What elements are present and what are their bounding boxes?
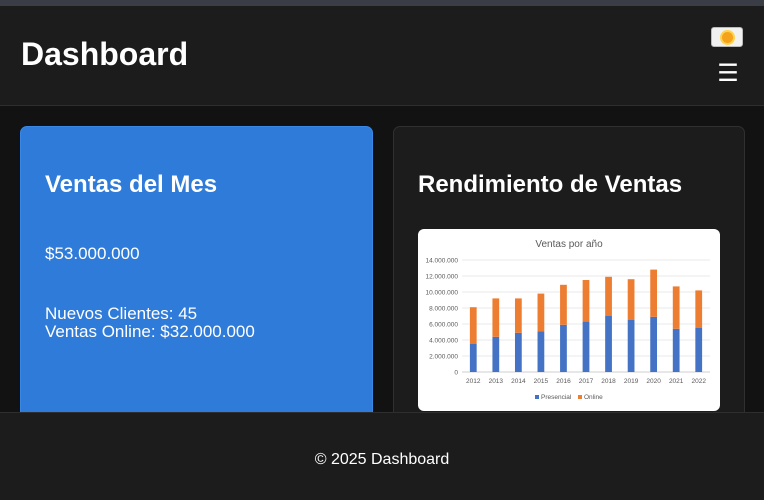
- chart-card: Rendimiento de Ventas Ventas por año 0 2.0…: [393, 126, 745, 426]
- bar-online-2017: [582, 280, 590, 322]
- legend-label-presencial: Presencial: [541, 394, 572, 401]
- sales-chart-image: Ventas por año 0 2.000.000 4.000.000 6.000.0…: [418, 229, 720, 411]
- online-sales-stat: Ventas Online: $32.000.000: [45, 322, 255, 341]
- bar-online-2021: [672, 286, 680, 329]
- bar-presencial-2021: [672, 328, 680, 372]
- bar-presencial-2012: [469, 344, 477, 372]
- bar-online-2019: [627, 279, 635, 320]
- bar-presencial-2018: [605, 316, 612, 372]
- x-tick-label: 2022: [691, 378, 706, 385]
- y-tick-label: 0: [454, 370, 458, 377]
- header: Dashboard ☰: [0, 6, 764, 106]
- y-tick-label: 14.000.000: [425, 258, 458, 265]
- y-tick-label: 2.000.000: [429, 354, 458, 361]
- x-tick-label: 2014: [511, 378, 526, 385]
- footer-copyright: © 2025 Dashboard: [314, 451, 450, 468]
- y-tick-label: 4.000.000: [429, 338, 458, 345]
- x-tick-label: 2013: [489, 378, 504, 385]
- y-tick-label: 10.000.000: [425, 290, 458, 297]
- bar-online-2018: [605, 276, 612, 316]
- bar-presencial-2020: [650, 316, 658, 372]
- bar-online-2020: [650, 269, 658, 317]
- bar-presencial-2014: [514, 332, 522, 372]
- sales-card: Ventas del Mes $53.000.000 Nuevos Client…: [20, 126, 373, 426]
- theme-toggle-button[interactable]: [711, 27, 743, 47]
- x-tick-label: 2017: [579, 378, 594, 385]
- hamburger-menu-icon[interactable]: ☰: [716, 61, 740, 85]
- bar-online-2014: [514, 298, 522, 333]
- bar-online-2012: [469, 307, 477, 344]
- bar-online-2015: [537, 293, 545, 332]
- x-tick-label: 2021: [669, 378, 684, 385]
- sun-icon: [721, 31, 733, 43]
- bar-online-2013: [492, 298, 500, 337]
- y-tick-label: 8.000.000: [429, 306, 458, 313]
- x-tick-label: 2016: [556, 378, 571, 385]
- bar-presencial-2019: [627, 320, 635, 372]
- x-tick-label: 2019: [624, 378, 639, 385]
- y-tick-label: 6.000.000: [429, 322, 458, 329]
- sales-stats: Nuevos Clientes: 45 Ventas Online: $32.0…: [45, 305, 255, 341]
- bar-presencial-2022: [695, 328, 703, 372]
- bar-presencial-2015: [537, 331, 545, 372]
- footer: © 2025 Dashboard: [0, 412, 764, 500]
- sales-card-title: Ventas del Mes: [45, 171, 218, 198]
- bar-online-2022: [695, 290, 703, 328]
- bar-presencial-2017: [582, 321, 590, 372]
- x-tick-label: 2015: [534, 378, 549, 385]
- x-tick-label: 2012: [466, 378, 481, 385]
- legend-swatch-online: [578, 395, 582, 399]
- new-clients-stat: Nuevos Clientes: 45: [45, 304, 198, 323]
- bar-presencial-2016: [560, 324, 567, 372]
- legend-label-online: Online: [584, 394, 603, 401]
- chart-card-title: Rendimiento de Ventas: [418, 171, 683, 198]
- x-tick-label: 2018: [601, 378, 616, 385]
- bar-presencial-2013: [492, 336, 500, 372]
- x-tick-label: 2020: [646, 378, 661, 385]
- y-tick-label: 12.000.000: [425, 274, 458, 281]
- bar-online-2016: [560, 284, 567, 325]
- legend-swatch-presencial: [535, 395, 539, 399]
- page-title: Dashboard: [21, 36, 189, 72]
- sales-chart: Ventas por año 0 2.000.000 4.000.000 6.000.0…: [425, 239, 710, 401]
- sales-amount: $53.000.000: [45, 244, 140, 263]
- chart-title: Ventas por año: [535, 239, 603, 250]
